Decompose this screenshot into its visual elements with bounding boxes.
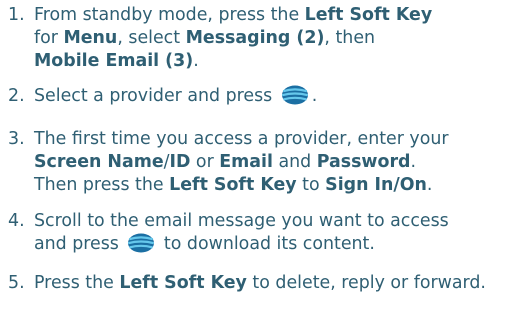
text-run: .	[410, 152, 417, 172]
text-run: Select a provider and press	[34, 86, 278, 106]
text-run: and	[272, 152, 317, 172]
instruction-list: 1. From standby mode, press the Left Sof…	[0, 0, 531, 310]
text-run: .	[193, 51, 199, 71]
step-1-line-3: Mobile Email (3).	[34, 50, 199, 73]
mobile-email-label: Mobile Email (3)	[34, 51, 194, 71]
key-name-left-soft-key: Left Soft Key	[169, 175, 297, 195]
step-2-line-1: Select a provider and press .	[34, 85, 317, 108]
text-run: .	[311, 86, 318, 106]
text-run: and press	[34, 234, 125, 254]
text-run: or	[190, 152, 220, 172]
text-run: From standby mode, press the	[34, 5, 305, 25]
text-run: to	[296, 175, 326, 195]
password-label: Password	[316, 152, 411, 172]
text-run: Scroll to the email message you want to …	[34, 211, 449, 231]
step-4-line-1: Scroll to the email message you want to …	[34, 210, 449, 233]
text-run: The first time you access a provider, en…	[34, 129, 449, 149]
step-number: 1.	[8, 5, 25, 25]
key-name-left-soft-key: Left Soft Key	[304, 5, 433, 25]
step-1-line-1: From standby mode, press the Left Soft K…	[34, 4, 432, 27]
text-run: Then press the	[34, 175, 170, 195]
text-run: for	[34, 28, 64, 48]
screen-name-label: Screen Name	[34, 152, 164, 172]
step-1-line-2: for Menu, select Messaging (2), then	[34, 27, 375, 50]
step-number: 3.	[8, 129, 25, 149]
text-run: to download its content.	[158, 234, 375, 254]
step-number: 2.	[8, 86, 25, 106]
sign-in-label: Sign In/On	[325, 175, 427, 195]
messaging-label: Messaging (2)	[185, 28, 325, 48]
text-run: , select	[117, 28, 186, 48]
key-name-left-soft-key: Left Soft Key	[119, 273, 247, 293]
step-4-line-2: and press to download its content.	[34, 233, 375, 256]
step-5-line-1: Press the Left Soft Key to delete, reply…	[34, 272, 486, 295]
text-run: .	[426, 175, 433, 195]
text-run: to delete, reply or forward.	[246, 273, 486, 293]
step-3-line-2: Screen Name/ID or Email and Password.	[34, 151, 416, 174]
menu-label: Menu	[63, 28, 118, 48]
text-run: , then	[324, 28, 376, 48]
center-select-key-icon	[127, 233, 155, 253]
step-number: 5.	[8, 273, 25, 293]
center-select-key-icon	[281, 85, 309, 105]
email-label: Email	[219, 152, 273, 172]
id-label: ID	[169, 152, 191, 172]
text-run: Press the	[34, 273, 120, 293]
step-3-line-3: Then press the Left Soft Key to Sign In/…	[34, 174, 432, 197]
step-3-line-1: The first time you access a provider, en…	[34, 128, 449, 151]
step-number: 4.	[8, 211, 25, 231]
